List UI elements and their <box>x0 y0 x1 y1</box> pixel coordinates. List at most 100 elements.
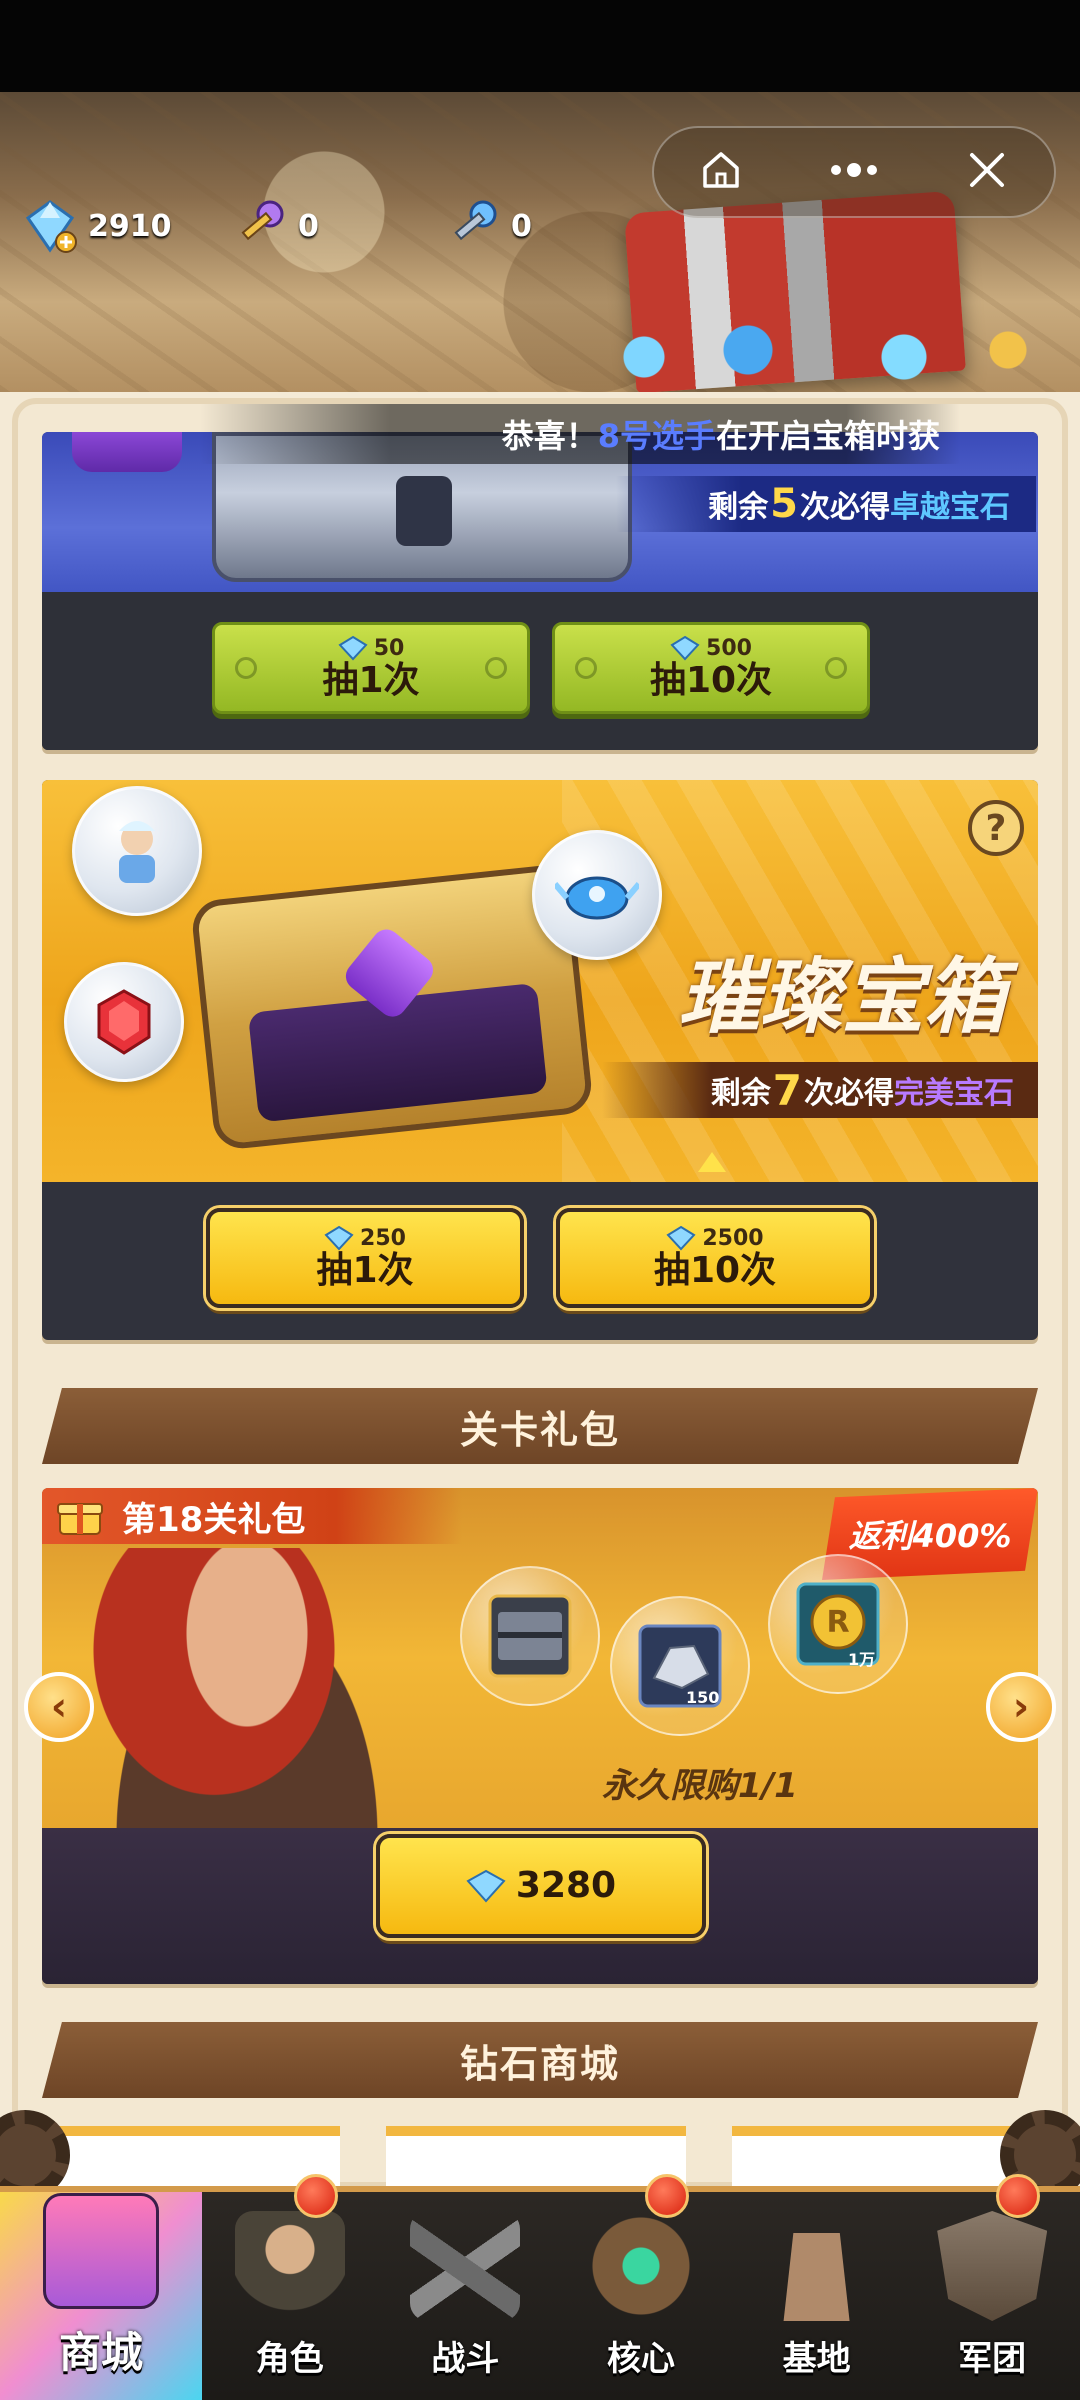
draw-cost: 50 <box>338 635 405 661</box>
more-dots-icon <box>826 160 882 184</box>
hero-reward-bubble[interactable] <box>72 786 202 916</box>
home-button[interactable] <box>654 128 787 216</box>
nav-label: 基地 <box>782 2339 851 2379</box>
home-icon <box>699 148 743 196</box>
shop-stall-icon <box>42 2193 159 2309</box>
draw-cost-value: 2500 <box>702 1225 764 1251</box>
draw-cost: 2500 <box>666 1225 764 1251</box>
draw-label: 抽1次 <box>322 660 420 702</box>
pity-mid: 次必得 <box>800 490 890 525</box>
draw-cost: 250 <box>324 1225 406 1251</box>
close-icon <box>966 149 1008 195</box>
purchase-limit: 永久限购1/1 <box>602 1766 798 1806</box>
gem-pile-art <box>540 322 1060 392</box>
button-rivet-icon <box>485 657 507 679</box>
pack-badge-label: 第18关礼包 <box>122 1499 306 1540</box>
blue-key-balance: 0 <box>445 200 532 252</box>
announcement-ticker: 恭喜！ 8号选手 在开启宝箱时获 <box>200 404 960 464</box>
svg-text:R: R <box>826 1605 849 1640</box>
diamond-count: 2910 <box>88 208 172 244</box>
pity-reward: 卓越宝石 <box>890 490 1010 525</box>
diamond-balance[interactable]: 2910 <box>22 198 172 254</box>
nav-label: 商城 <box>58 2328 143 2377</box>
diamond-icon <box>324 1226 354 1251</box>
pity-count: 5 <box>770 481 798 527</box>
nav-tab-core[interactable]: 核心 <box>553 2174 729 2400</box>
lock-icon <box>396 476 452 546</box>
draw-label: 抽10次 <box>653 1250 777 1292</box>
mini-program-capsule <box>652 126 1056 218</box>
soldier-icon <box>234 2211 345 2321</box>
gold-chest-card: ? 璀璨宝箱 剩余 7 次必得 完美宝石 250 抽1次 2500 抽10次 <box>42 780 1038 1340</box>
draw-cost-value: 500 <box>706 635 752 661</box>
draw-cost-value: 250 <box>360 1225 406 1251</box>
purple-gem-art <box>72 432 182 472</box>
pack-badge: 第18关礼包 <box>42 1488 462 1544</box>
chevron-left-icon: ‹ <box>50 1684 68 1730</box>
diamond-icon <box>670 636 700 661</box>
ticker-suffix: 在开启宝箱时获 <box>715 417 940 455</box>
prev-pack-button[interactable]: ‹ <box>24 1672 94 1742</box>
pack-item-coin[interactable]: R 1万 <box>768 1554 908 1694</box>
pity-mid: 次必得 <box>804 1076 894 1111</box>
bottom-navigation: 商城 角色 战斗 核心 基地 军团 <box>0 2174 1080 2400</box>
purple-key-balance: 0 <box>232 200 319 252</box>
pack-item-ore[interactable]: 150 <box>610 1596 750 1736</box>
pack-item-chest[interactable] <box>460 1566 600 1706</box>
diamond-icon <box>22 198 78 254</box>
silver-draw-10-button[interactable]: 500 抽10次 <box>552 622 870 714</box>
blue-key-icon <box>445 198 501 254</box>
base-tower-icon <box>783 2222 850 2321</box>
close-button[interactable] <box>921 128 1054 216</box>
status-bar <box>0 0 1080 92</box>
button-rivet-icon <box>825 657 847 679</box>
draw-cost: 500 <box>670 635 752 661</box>
red-gem-bubble[interactable] <box>64 962 184 1082</box>
silver-chest-button-strip <box>42 592 1038 750</box>
diamond-icon <box>466 1869 506 1903</box>
question-mark-icon: ? <box>985 807 1007 849</box>
pack-price: 3280 <box>515 1865 617 1907</box>
draw-cost-value: 50 <box>373 635 405 661</box>
help-button[interactable]: ? <box>968 800 1024 856</box>
gift-icon <box>56 1496 104 1536</box>
button-rivet-icon <box>575 657 597 679</box>
buy-pack-button[interactable]: 3280 <box>376 1834 706 1938</box>
notification-dot-icon <box>293 2174 338 2218</box>
nav-label: 军团 <box>958 2339 1027 2379</box>
pet-reward-bubble[interactable] <box>532 830 662 960</box>
notification-dot-icon <box>996 2174 1040 2218</box>
item-count: 150 <box>686 1688 720 1707</box>
nav-tab-shop[interactable]: 商城 <box>0 2192 202 2400</box>
diamond-icon <box>666 1226 696 1251</box>
diamond-icon <box>338 636 368 661</box>
nav-tab-character[interactable]: 角色 <box>202 2174 378 2400</box>
red-gem-icon <box>97 989 151 1055</box>
ticker-player: 8号选手 <box>597 417 716 455</box>
blue-key-count: 0 <box>511 208 532 244</box>
purple-key-icon <box>232 198 288 254</box>
next-pack-button[interactable]: › <box>986 1672 1056 1742</box>
pity-count: 7 <box>772 1065 802 1115</box>
button-rivet-icon <box>235 657 257 679</box>
pity-reward: 完美宝石 <box>894 1076 1014 1111</box>
pity-prefix: 剩余 <box>710 1076 771 1111</box>
core-crystal-icon <box>585 2211 696 2321</box>
nav-tab-legion[interactable]: 军团 <box>904 2174 1080 2400</box>
nav-tab-battle[interactable]: 战斗 <box>378 2192 554 2400</box>
more-button[interactable] <box>787 128 920 216</box>
crossed-pistols-icon <box>410 2211 521 2321</box>
nav-label: 战斗 <box>431 2339 500 2379</box>
stage-gift-pack-card: 第18关礼包 返利400% 150 R 1万 永久限购1/1 3280 <box>42 1488 1038 1984</box>
silver-chest-card: 剩余 5 次必得 卓越宝石 50 抽1次 500 抽10次 <box>42 432 1038 750</box>
silver-draw-1-button[interactable]: 50 抽1次 <box>212 622 530 714</box>
section-title-diamond-shop: 钻石商城 <box>42 2022 1038 2098</box>
metal-chest-icon <box>488 1594 572 1678</box>
gold-draw-1-button[interactable]: 250 抽1次 <box>206 1208 524 1308</box>
gold-chest-title: 璀璨宝箱 <box>678 950 1006 1045</box>
gold-draw-10-button[interactable]: 2500 抽10次 <box>556 1208 874 1308</box>
nav-tab-base[interactable]: 基地 <box>729 2192 905 2400</box>
legion-shield-icon <box>937 2211 1048 2321</box>
purple-key-count: 0 <box>298 208 319 244</box>
pet-drone-icon <box>555 876 639 920</box>
